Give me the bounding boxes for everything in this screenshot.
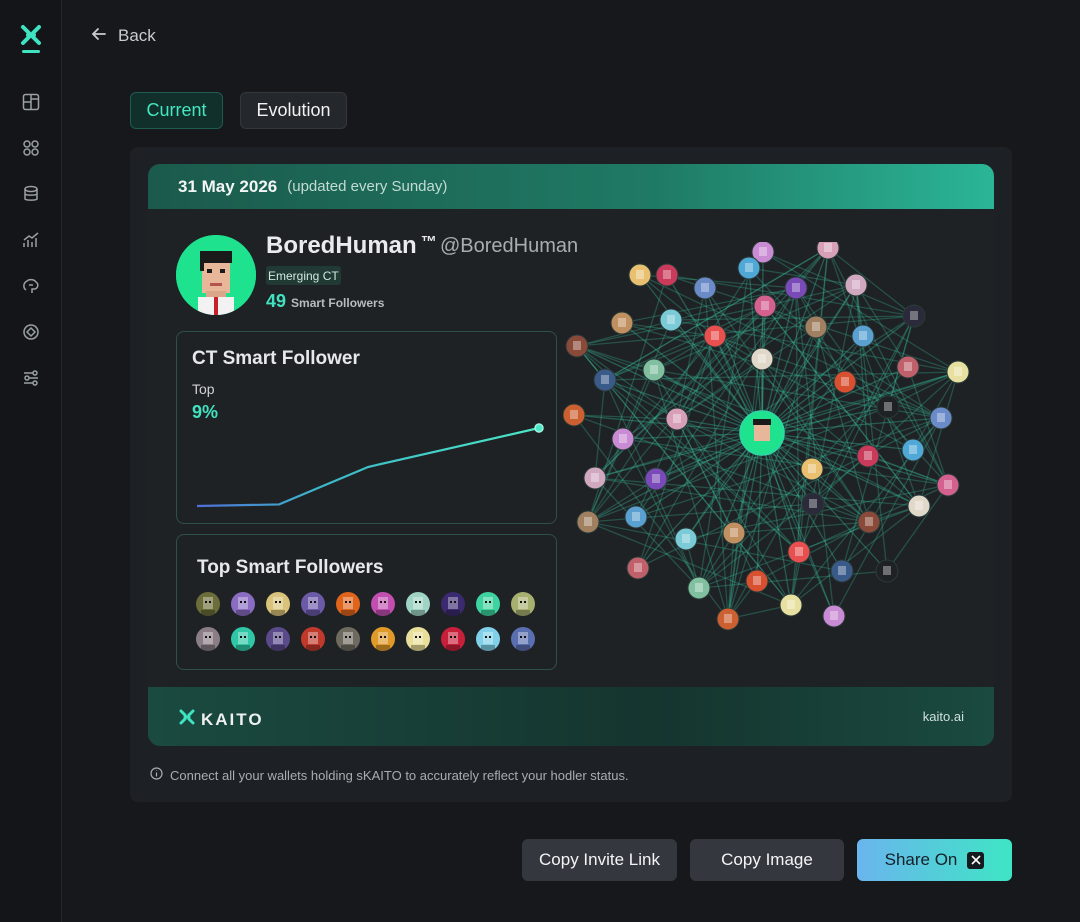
follower-avatar[interactable] [196,627,220,651]
smart-follower-card: 31 May 2026 (updated every Sunday) Bored… [148,164,994,746]
profile-name: BoredHuman ™ [266,232,437,259]
back-button[interactable]: Back [90,24,156,48]
follower-avatar[interactable] [476,627,500,651]
follower-avatar[interactable] [231,627,255,651]
follower-avatar[interactable] [511,627,535,651]
share-on-x-button[interactable]: Share On [857,839,1012,881]
follower-avatar[interactable] [511,592,535,616]
back-label: Back [118,26,156,45]
card-footer: KAITO kaito.ai [148,687,994,746]
follower-avatar[interactable] [441,627,465,651]
target-icon[interactable] [20,321,42,343]
follower-avatar[interactable] [336,627,360,651]
kaito-logo-icon[interactable] [20,24,42,54]
profile-handle: @BoredHuman [440,235,579,257]
follower-avatar[interactable] [406,627,430,651]
follower-avatar[interactable] [301,592,325,616]
tab-current[interactable]: Current [130,92,223,129]
site-url: kaito.ai [922,709,964,724]
follower-avatar[interactable] [266,592,290,616]
follower-avatar[interactable] [196,592,220,616]
trend-end-point [534,423,544,433]
follower-avatar[interactable] [476,592,500,616]
trend-chart [196,423,544,508]
chart-trend-icon[interactable] [20,229,42,251]
copy-image-button[interactable]: Copy Image [690,839,844,881]
smart-followers-count: 49 Smart Followers [266,291,385,311]
dashboard-icon[interactable] [20,91,42,113]
database-icon[interactable] [20,183,42,205]
follower-avatar[interactable] [371,627,395,651]
flow-icon[interactable] [20,367,42,389]
top-smart-followers-title: Top Smart Followers [197,557,384,578]
trend-line [196,426,540,508]
top-smart-followers-box: Top Smart Followers [176,534,557,670]
brain-icon[interactable] [20,275,42,297]
wallet-note: Connect all your wallets holding sKAITO … [150,767,629,783]
kaito-brand: KAITO [178,708,264,731]
card-date: 31 May 2026 [178,176,278,196]
ct-smart-follower-box: CT Smart Follower Top 9% [176,331,557,524]
tab-evolution[interactable]: Evolution [240,92,347,129]
network-icon[interactable] [20,137,42,159]
sidebar [0,0,62,922]
card-header: 31 May 2026 (updated every Sunday) [148,164,994,209]
avatar [176,235,256,315]
arrow-left-icon [90,25,108,48]
follower-network-graph [563,242,970,631]
update-note: (updated every Sunday) [287,178,448,195]
info-icon [150,767,163,783]
follower-avatar[interactable] [441,592,465,616]
follower-avatar[interactable] [336,592,360,616]
follower-avatar[interactable] [406,592,430,616]
follower-avatar[interactable] [266,627,290,651]
network-edge [594,379,606,479]
network-edge [764,284,857,307]
x-icon [967,851,985,869]
kaito-logo-icon [178,708,196,731]
copy-invite-link-button[interactable]: Copy Invite Link [522,839,677,881]
rank-badge: Emerging CT [266,266,341,285]
follower-avatar[interactable] [301,627,325,651]
network-edge [594,477,920,507]
follower-avatar[interactable] [231,592,255,616]
follower-avatar[interactable] [371,592,395,616]
